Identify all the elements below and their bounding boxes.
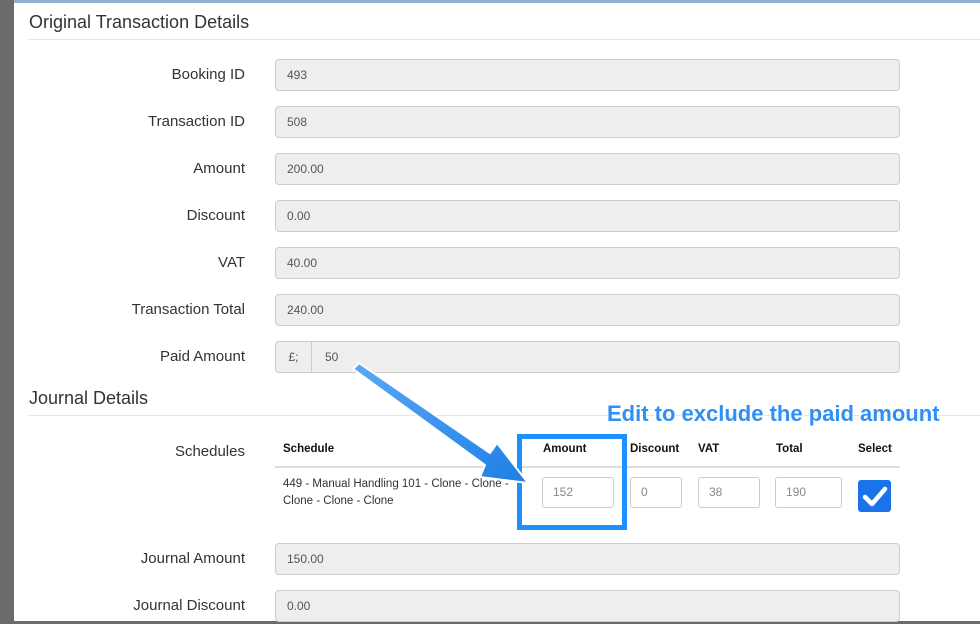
annotation-arrow	[352, 362, 529, 484]
transaction-panel: Original Transaction Details Booking ID …	[14, 0, 980, 622]
annotation-text: Edit to exclude the paid amount	[607, 401, 940, 426]
